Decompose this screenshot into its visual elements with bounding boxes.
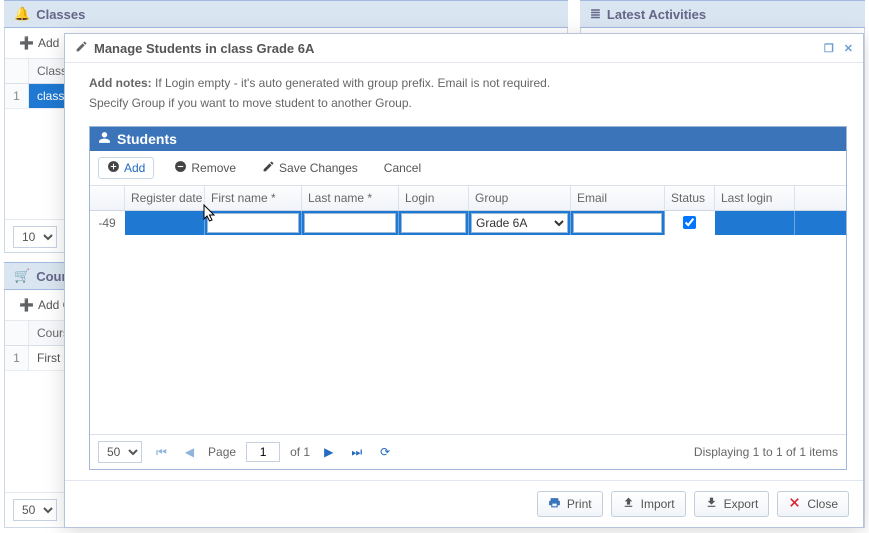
upload-icon [622,496,635,512]
prev-page-icon[interactable]: ◀ [181,445,198,459]
last-page-icon[interactable]: ⏭ [347,445,366,460]
latest-header: ≣ Latest Activities [580,0,865,28]
grid-empty-area [90,235,846,434]
plus-icon: ➕ [19,36,34,50]
first-name-input[interactable] [207,213,299,233]
list-icon: ≣ [590,6,601,22]
page-of: of 1 [290,445,310,459]
save-button[interactable]: Save Changes [256,158,364,178]
dialog-title: Manage Students in class Grade 6A [94,41,314,56]
last-name-input[interactable] [304,213,396,233]
students-title: Students [117,131,177,147]
rownum-head [5,59,29,83]
first-page-icon[interactable]: ⏮ [152,445,171,460]
cancel-button[interactable]: Cancel [378,159,427,177]
close-button[interactable]: Close [777,491,849,517]
col-register-date[interactable]: Register date [125,186,205,210]
status-checkbox[interactable] [683,216,696,229]
dialog-footer: Print Import Export Close [65,480,863,527]
minus-circle-icon [174,160,187,176]
col-last-login[interactable]: Last login [715,186,795,210]
display-info: Displaying 1 to 1 of 1 items [694,445,838,459]
download-icon [705,496,718,512]
pager: 50 ⏮ ◀ Page of 1 ▶ ⏭ ⟳ Displaying 1 to 1… [90,434,846,469]
col-group[interactable]: Group [469,186,571,210]
page-input[interactable] [246,442,280,462]
manage-students-dialog: Manage Students in class Grade 6A ❐ ✕ Ad… [64,33,864,528]
email-input[interactable] [573,213,662,233]
pencil-icon [262,160,275,176]
students-panel: Students Add Remove [89,126,847,470]
page-size-select[interactable]: 50 [98,441,142,463]
next-page-icon[interactable]: ▶ [320,445,337,459]
refresh-icon[interactable]: ⟳ [376,445,394,459]
classes-page-size[interactable]: 10 [13,226,57,248]
print-icon [548,496,561,512]
maximize-icon[interactable]: ❐ [824,42,834,55]
remove-label: Remove [191,161,236,175]
print-button[interactable]: Print [537,491,603,517]
classes-add-label: Add [38,36,59,50]
courses-page-size[interactable]: 50 [13,499,57,521]
add-button[interactable]: Add [98,157,154,179]
add-label: Add [124,161,145,175]
row-id: -49 [90,211,125,235]
table-row[interactable]: -49 Grade 6A [90,211,846,235]
book-icon: 🛒 [14,268,30,284]
bell-icon: 🔔 [14,6,30,22]
col-first-name[interactable]: First name * [205,186,302,210]
close-x-icon [788,496,801,512]
page-label: Page [208,445,236,459]
plus-icon: ➕ [19,298,34,312]
latest-title: Latest Activities [607,7,706,22]
dialog-titlebar[interactable]: Manage Students in class Grade 6A ❐ ✕ [65,34,863,63]
plus-circle-icon [107,160,120,176]
col-status[interactable]: Status [665,186,715,210]
col-last-name[interactable]: Last name * [302,186,399,210]
col-email[interactable]: Email [571,186,665,210]
export-button[interactable]: Export [694,491,770,517]
rownum: 1 [5,84,29,108]
import-button[interactable]: Import [611,491,686,517]
students-header: Students [90,127,846,151]
edit-icon [75,40,88,56]
classes-title: Classes [36,7,85,22]
save-label: Save Changes [279,161,358,175]
close-icon[interactable]: ✕ [844,42,853,55]
notes-text: Add notes: If Login empty - it's auto ge… [89,73,847,114]
classes-add-button[interactable]: ➕ Add [13,34,65,52]
remove-button[interactable]: Remove [168,158,242,178]
col-login[interactable]: Login [399,186,469,210]
group-select[interactable]: Grade 6A [471,213,568,233]
classes-header: 🔔 Classes [4,0,568,28]
cancel-label: Cancel [384,161,421,175]
login-input[interactable] [401,213,466,233]
students-grid-header: Register date First name * Last name * L… [90,186,846,211]
notes-label: Add notes: [89,76,152,90]
user-icon [98,131,111,147]
